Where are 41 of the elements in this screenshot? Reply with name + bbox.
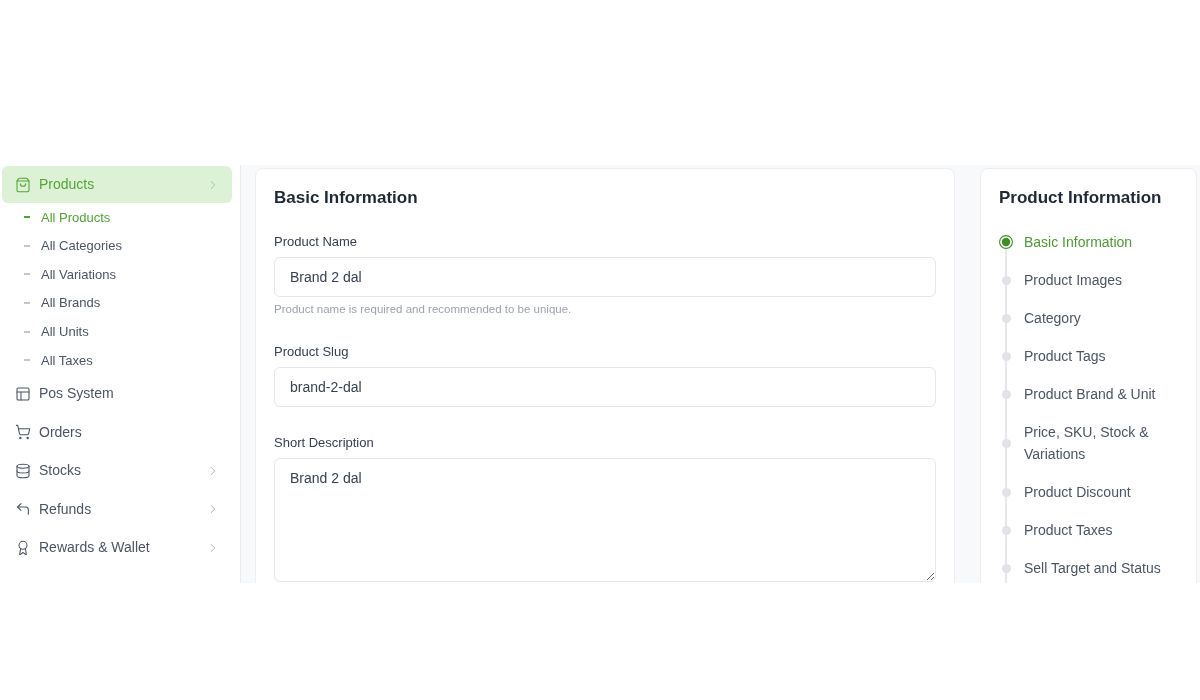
sidebar-item[interactable]: Orders xyxy=(2,413,232,452)
field-label: Short Description xyxy=(274,434,375,452)
sidebar-item[interactable]: Rewards & Wallet xyxy=(2,528,232,568)
step-link[interactable]: Sell Target and Status xyxy=(999,549,1186,583)
step-link[interactable]: Product Discount xyxy=(999,473,1186,511)
card-title: Product Information xyxy=(999,187,1163,209)
text-input[interactable]: Brand 2 dal xyxy=(274,257,936,297)
submenu-item[interactable]: All Units xyxy=(2,317,232,346)
submenu-item[interactable]: All Categories xyxy=(2,231,232,261)
step-link[interactable]: Category xyxy=(999,299,1186,337)
dash-icon xyxy=(24,302,30,305)
database-icon xyxy=(15,462,31,479)
step-link[interactable]: Product Brand & Unit xyxy=(999,375,1186,413)
submenu-item[interactable]: All Taxes xyxy=(2,345,232,375)
award-ribbon-icon xyxy=(15,539,31,556)
dash-icon xyxy=(24,273,30,276)
step-link[interactable]: Product Taxes xyxy=(999,511,1186,549)
sidebar-item[interactable]: Pos System xyxy=(2,374,232,414)
submenu-item[interactable]: All Variations xyxy=(2,260,232,289)
return-arrow-icon xyxy=(15,501,31,518)
shopping-bag-icon xyxy=(15,176,31,193)
helper-text: Product name is required and recommended to be unique. xyxy=(274,302,573,316)
dash-icon xyxy=(24,330,30,333)
card-title: Basic Information xyxy=(274,187,419,209)
textarea-field[interactable]: Brand 2 dal xyxy=(274,458,936,582)
cart-icon xyxy=(15,424,31,441)
sidebar-item[interactable]: Refunds xyxy=(2,490,232,529)
submenu-item[interactable]: All Brands xyxy=(2,288,232,318)
dash-icon xyxy=(24,359,30,362)
step-link[interactable]: Price, SKU, Stock & Variations xyxy=(999,413,1186,473)
field-label: Product Slug xyxy=(274,343,350,361)
step-link[interactable]: Product Tags xyxy=(999,337,1186,375)
step-active-icon xyxy=(999,235,1013,249)
sidebar-item[interactable]: Stocks xyxy=(2,451,232,491)
step-link[interactable]: Product Images xyxy=(999,261,1186,299)
dash-icon xyxy=(24,244,30,247)
step-link[interactable]: Basic Information xyxy=(999,223,1186,261)
text-input[interactable]: brand-2-dal xyxy=(274,367,936,407)
field-label: Product Name xyxy=(274,233,359,251)
panel-layout-icon xyxy=(15,385,31,402)
dash-icon xyxy=(24,216,30,219)
